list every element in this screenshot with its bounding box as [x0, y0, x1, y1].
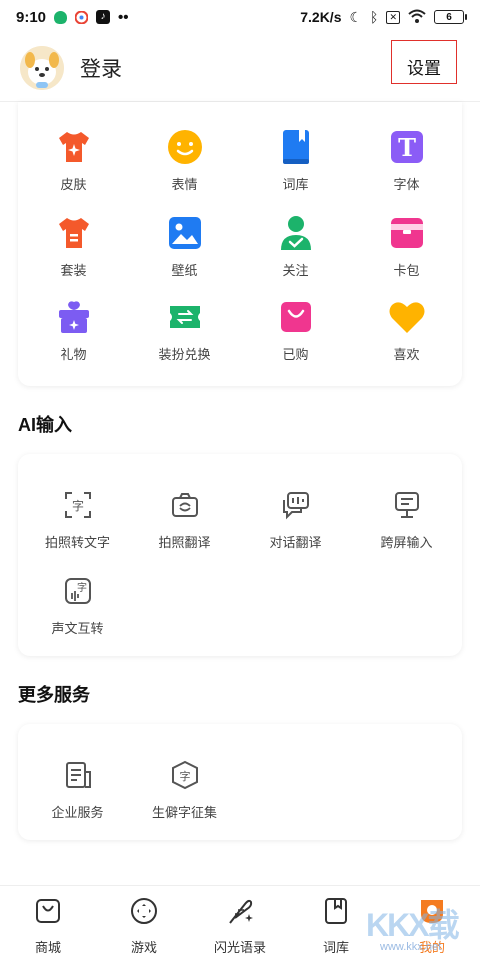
more-services-card: 企业服务 字 生僻字征集 [18, 724, 462, 840]
grid-label: 生僻字征集 [151, 805, 217, 820]
grid-item-emoji[interactable]: 表情 [129, 128, 240, 193]
grid-label: 对话翻译 [269, 535, 322, 550]
network-speed: 7.2K/s [300, 9, 342, 25]
svg-text:T: T [398, 133, 416, 162]
nav-label: 闪光语录 [213, 940, 266, 955]
grid-item-card-pack[interactable]: 卡包 [351, 214, 462, 279]
svg-text:字: 字 [71, 498, 83, 513]
bluetooth-icon: ᛒ [370, 9, 379, 25]
ai-item-photo-translate[interactable]: 拍照翻译 [129, 486, 240, 551]
letter-t-icon: T [388, 128, 426, 166]
nav-tab-games[interactable]: 游戏 [96, 896, 192, 956]
no-sim-icon: ✕ [386, 10, 400, 24]
more-item-enterprise[interactable]: 企业服务 [22, 756, 133, 821]
nav-label: 词库 [322, 940, 349, 955]
moon-icon: ☾ [349, 8, 363, 25]
battery-icon: 6 [434, 10, 467, 24]
status-time: 9:10 [16, 8, 47, 26]
ai-item-cross-screen[interactable]: 跨屏输入 [351, 486, 462, 551]
avatar[interactable] [20, 45, 64, 90]
grid-item-dictionary[interactable]: 词库 [240, 128, 351, 193]
picture-icon [166, 214, 204, 252]
rare-character-icon: 字 [166, 756, 204, 794]
grid-label: 企业服务 [51, 805, 104, 820]
ai-item-photo-to-text[interactable]: 字 拍照转文字 [22, 486, 133, 551]
grid-item-skin[interactable]: 皮肤 [18, 128, 129, 193]
ai-item-dialog-translate[interactable]: 对话翻译 [240, 486, 351, 551]
grid-label: 字体 [393, 177, 420, 192]
nav-tab-shop[interactable]: 商城 [0, 896, 96, 956]
more-notifications-icon: •• [118, 8, 129, 26]
svg-text:字: 字 [77, 581, 87, 594]
ai-item-voice-text[interactable]: 字 声文互转 [22, 572, 133, 637]
wifi-icon [408, 9, 426, 26]
grid-label: 皮肤 [60, 177, 87, 192]
enterprise-document-icon [59, 756, 97, 794]
user-check-icon [277, 214, 315, 252]
grid-label: 已购 [282, 347, 309, 362]
grid-label: 卡包 [393, 263, 420, 278]
grid-label: 表情 [171, 177, 198, 192]
watermark-url: www.kkx.net [380, 941, 442, 953]
grid-label: 拍照转文字 [44, 535, 110, 550]
settings-label: 设置 [407, 59, 441, 78]
grid-label: 关注 [282, 263, 309, 278]
shopping-bag-icon [277, 298, 315, 336]
decoration-grid-card: 皮肤 表情 词库 T 字体 套装 壁纸 关注 卡包 礼物 装扮兑换 已购 喜欢 [18, 102, 462, 386]
nav-label: 游戏 [130, 940, 157, 955]
smiley-icon [166, 128, 204, 166]
grid-label: 套装 [60, 263, 87, 278]
grid-item-purchased[interactable]: 已购 [240, 298, 351, 363]
pinwheel-icon [74, 10, 89, 24]
cross-screen-input-icon [388, 486, 426, 524]
grid-label: 跨屏输入 [380, 535, 433, 550]
grid-label: 喜欢 [393, 347, 420, 362]
grid-item-wallpaper[interactable]: 壁纸 [129, 214, 240, 279]
battery-level: 6 [446, 11, 452, 23]
nav-label: 商城 [34, 940, 61, 955]
grid-item-favorite[interactable]: 喜欢 [351, 298, 462, 363]
profile-header: 登录 设置 [0, 34, 480, 102]
grid-item-gift[interactable]: 礼物 [18, 298, 129, 363]
watermark-logo: KKX载 [366, 907, 460, 943]
grid-item-outfit[interactable]: 套装 [18, 214, 129, 279]
grid-label: 拍照翻译 [158, 535, 211, 550]
tshirt-icon [55, 214, 93, 252]
more-item-rare-character[interactable]: 字 生僻字征集 [129, 756, 240, 821]
shield-icon [54, 10, 68, 24]
gift-icon [55, 298, 93, 336]
grid-label: 壁纸 [171, 263, 198, 278]
more-section-title: 更多服务 [18, 685, 90, 705]
dialog-translate-icon [277, 486, 315, 524]
feather-sparkle-icon [225, 896, 255, 931]
grid-item-exchange[interactable]: 装扮兑换 [129, 298, 240, 363]
grid-label: 词库 [282, 177, 309, 192]
grid-label: 装扮兑换 [158, 347, 211, 362]
book-icon [277, 128, 315, 166]
photo-to-text-icon: 字 [59, 486, 97, 524]
nav-tab-quotes[interactable]: 闪光语录 [192, 896, 288, 956]
gamepad-icon [129, 896, 159, 931]
login-link[interactable]: 登录 [80, 53, 122, 83]
grid-label: 声文互转 [51, 621, 104, 636]
grid-item-font[interactable]: T 字体 [351, 128, 462, 193]
settings-button[interactable]: 设置 [391, 40, 457, 84]
wallet-icon [388, 214, 426, 252]
tiktok-icon: ♪ [96, 10, 111, 24]
exchange-ticket-icon [166, 298, 204, 336]
photo-translate-icon [166, 486, 204, 524]
tshirt-sparkle-icon [55, 128, 93, 166]
status-bar: 9:10 ♪ •• 7.2K/s ☾ ᛒ ✕ 6 [0, 0, 480, 34]
voice-text-convert-icon: 字 [59, 572, 97, 610]
ai-input-card: 字 拍照转文字 拍照翻译 对话翻译 跨屏输入 字 声文互转 [18, 454, 462, 656]
svg-text:字: 字 [179, 769, 190, 783]
grid-item-follow[interactable]: 关注 [240, 214, 351, 279]
ai-section-title: AI输入 [18, 415, 72, 435]
bookmark-book-icon [321, 896, 351, 931]
grid-label: 礼物 [60, 347, 87, 362]
heart-icon [388, 298, 426, 336]
shop-bag-icon [33, 896, 63, 931]
